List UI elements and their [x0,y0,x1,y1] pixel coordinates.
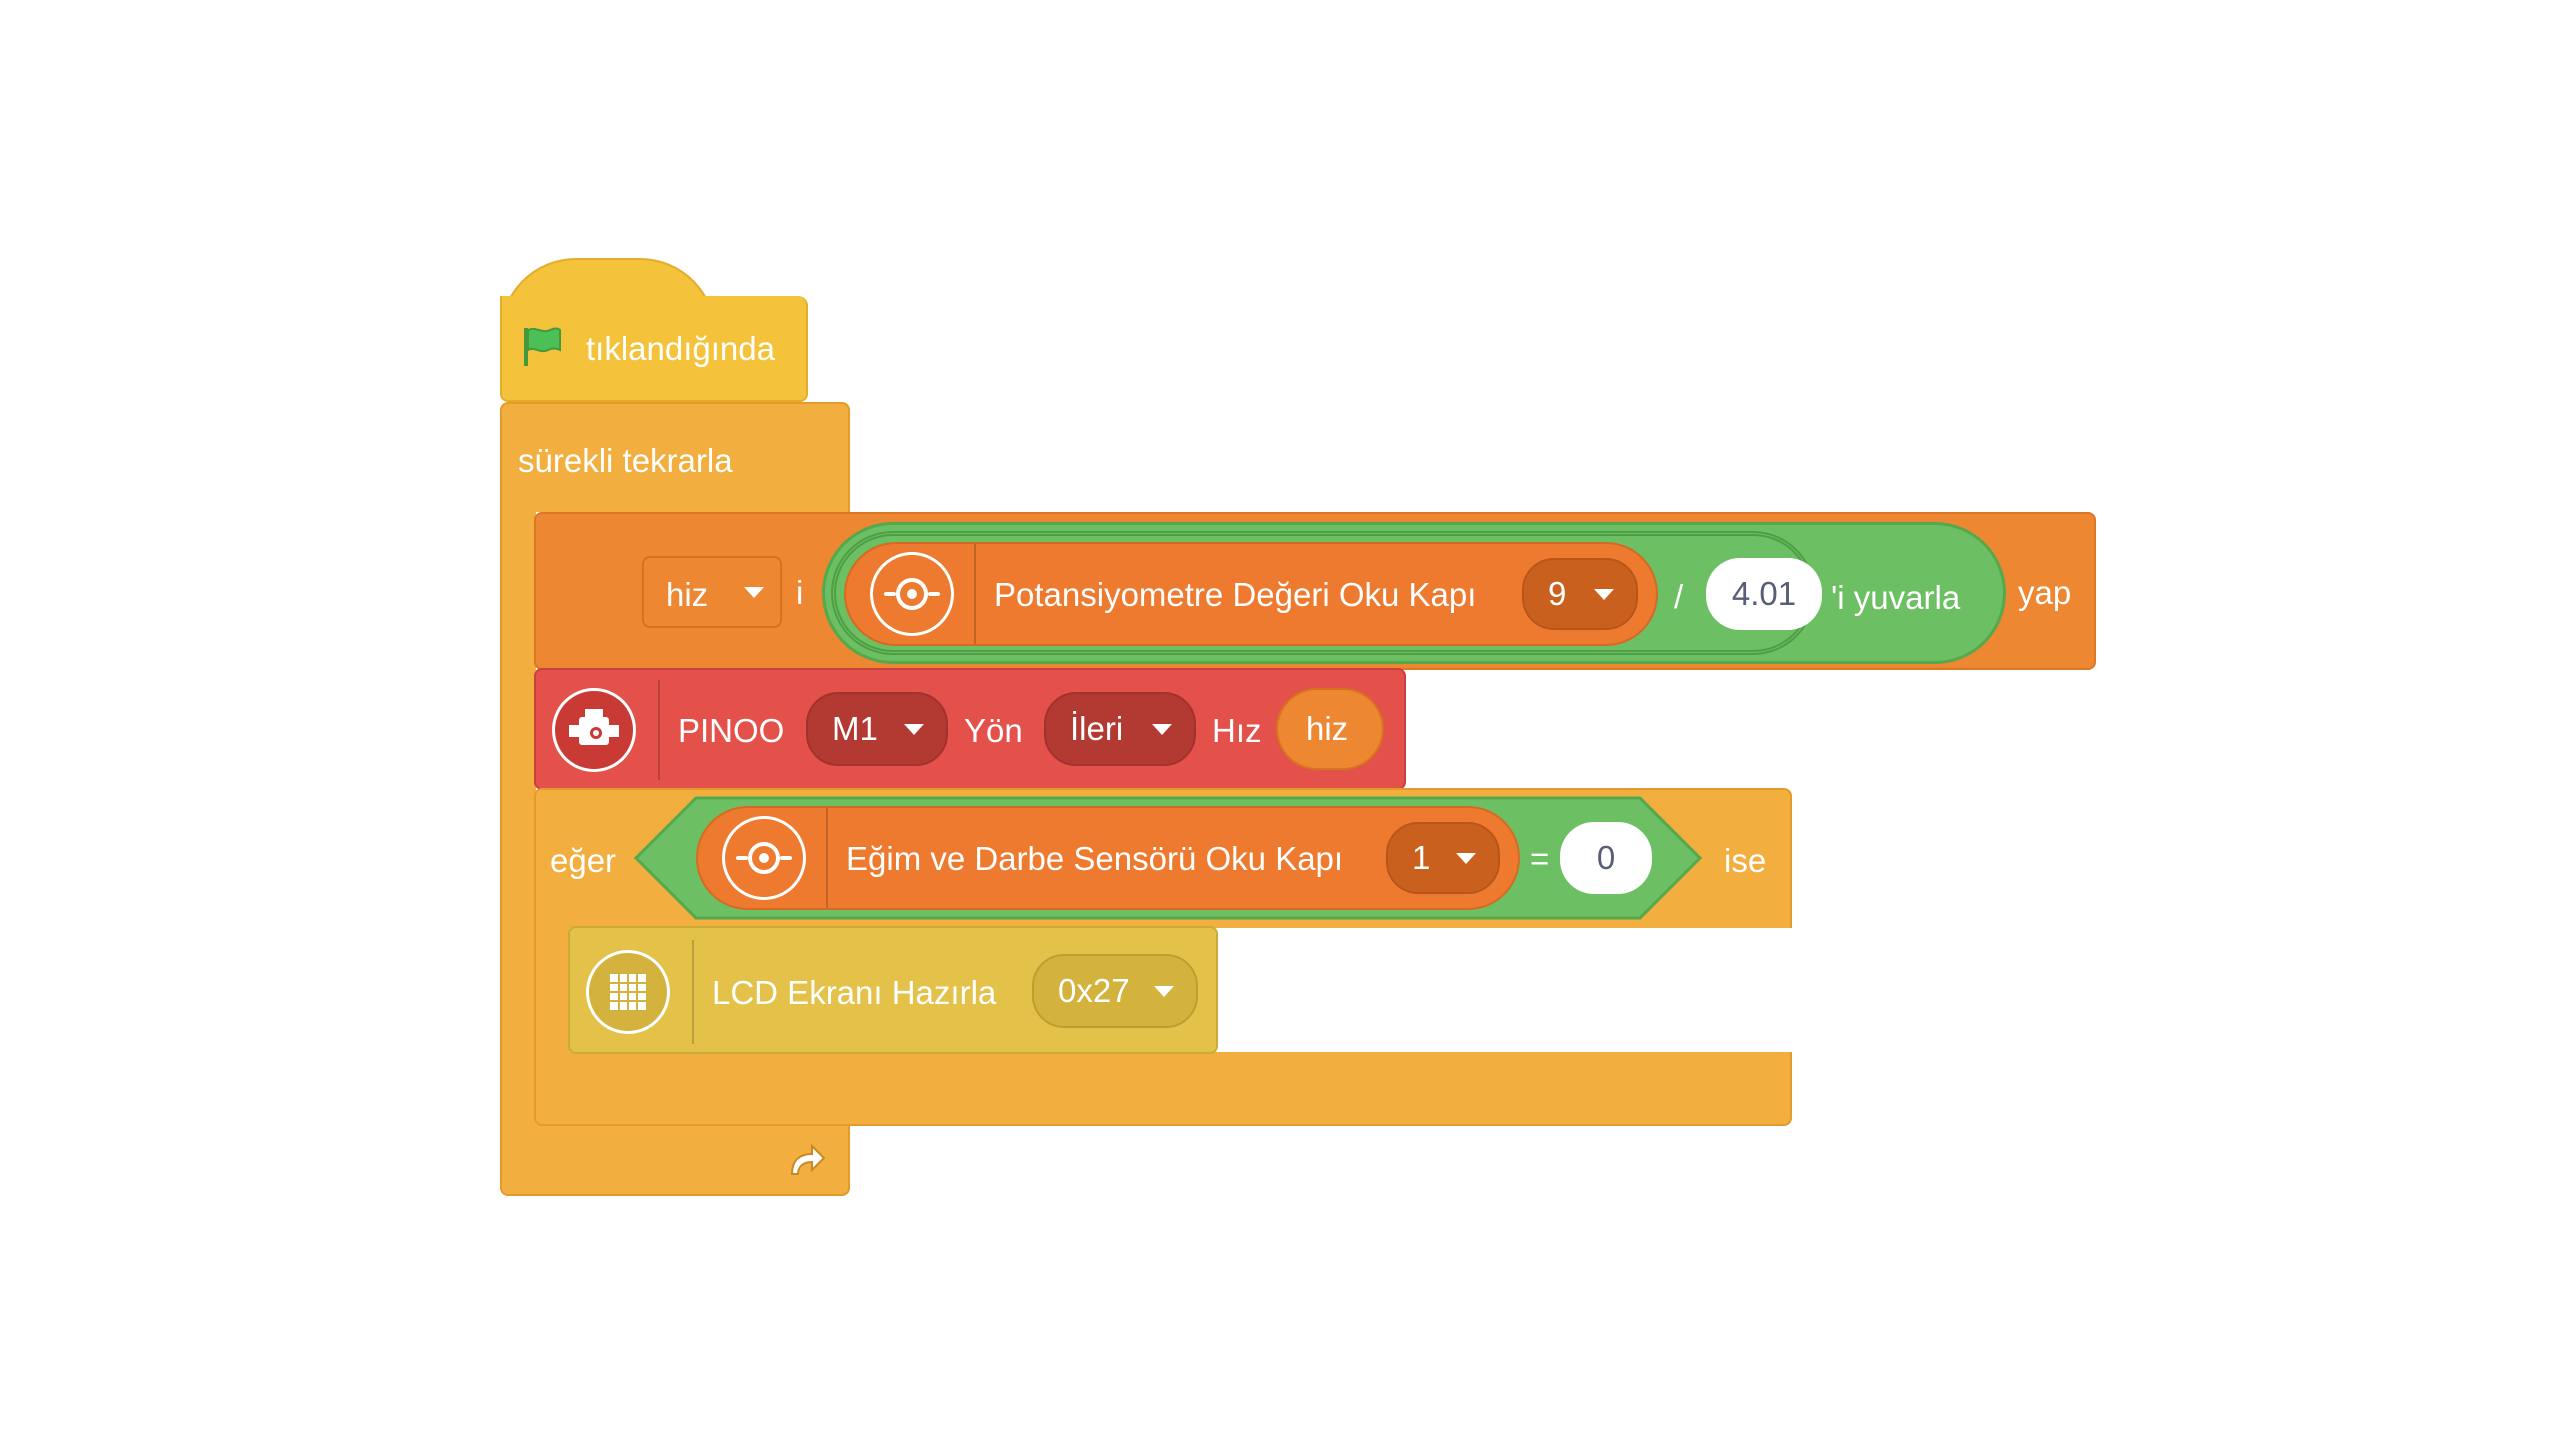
block-separator [692,940,694,1044]
round-reporter[interactable]: Potansiyometre Değeri Oku Kapı 9 / 4.01 … [822,522,2006,664]
if-spine [534,926,570,1054]
lcd-grid-icon [586,950,670,1034]
potentiometer-port-dropdown[interactable]: 9 [1522,558,1638,630]
if-bottom-arm [534,1052,1792,1126]
green-flag-icon [524,327,561,366]
divide-operator: / [1674,578,1684,615]
direction-label: Yön [964,712,1023,749]
port-value: 1 [1412,839,1431,876]
loop-arrow-icon [790,1143,826,1175]
block-separator [974,544,976,644]
forever-block[interactable]: sürekli tekrarla [500,402,850,512]
equals-operator: = [1530,840,1550,877]
speed-label: Hız [1212,712,1262,749]
tilt-sensor-reporter[interactable]: Eğim ve Darbe Sensörü Oku Kapı 1 [696,806,1520,910]
lcd-address-dropdown[interactable]: 0x27 [1032,954,1198,1028]
forever-label: sürekli tekrarla [518,442,733,479]
chevron-down-icon [744,587,764,598]
block-separator [826,808,828,908]
motor-select-dropdown[interactable]: M1 [806,692,948,766]
lcd-setup-block[interactable]: LCD Ekranı Hazırla 0x27 [568,926,1218,1054]
make-label: yap [2018,574,2072,611]
round-suffix-label: 'i yuvarla [1831,579,1961,616]
hat-label: tıklandığında [586,330,775,367]
chevron-down-icon [1594,589,1614,600]
sensor-icon [722,816,806,900]
tilt-sensor-label: Eğim ve Darbe Sensörü Oku Kapı [846,840,1344,877]
set-variable-block[interactable]: hiz i Potansiyometre Değeri Oku Kapı 9 /… [534,512,2096,670]
potentiometer-reporter[interactable]: Potansiyometre Değeri Oku Kapı 9 [844,542,1658,646]
then-label: ise [1724,842,1767,879]
sensor-icon [870,552,954,636]
chevron-down-icon [1456,853,1476,864]
forever-spine [500,505,536,1125]
direction-dropdown[interactable]: İleri [1044,692,1196,766]
equals-boolean[interactable]: Eğim ve Darbe Sensörü Oku Kapı 1 = 0 [634,796,1704,920]
when-flag-clicked-block[interactable]: tıklandığında [500,296,808,402]
port-value: 9 [1548,575,1567,612]
divisor-input[interactable]: 4.01 [1706,558,1822,630]
block-separator [658,680,660,780]
speed-variable-reporter[interactable]: hiz [1276,688,1384,770]
if-block[interactable]: eğer Eğim ve Darbe Sensörü Oku Kapı 1 = [534,788,1792,928]
lcd-label: LCD Ekranı Hazırla [712,974,997,1011]
speed-value: hiz [1306,710,1349,747]
motor-value: M1 [832,710,878,747]
address-value: 0x27 [1058,972,1130,1009]
compare-value-input[interactable]: 0 [1560,822,1652,894]
variable-dropdown-value: hiz [666,576,709,613]
motor-label: PINOO [678,712,785,749]
variable-dropdown[interactable]: hiz [642,556,782,628]
chevron-down-icon [904,724,924,735]
if-label: eğer [550,842,617,879]
forever-bottom-arm[interactable] [500,1124,850,1196]
tilt-sensor-port-dropdown[interactable]: 1 [1386,822,1500,894]
motor-icon [552,688,636,772]
chevron-down-icon [1154,986,1174,997]
pinoo-motor-block[interactable]: PINOO M1 Yön İleri Hız hiz [534,668,1406,790]
chevron-down-icon [1152,724,1172,735]
set-i-label: i [796,574,804,611]
direction-value: İleri [1070,710,1124,747]
divide-reporter[interactable]: Potansiyometre Değeri Oku Kapı 9 / 4.01 [831,531,1822,655]
potentiometer-label: Potansiyometre Değeri Oku Kapı [994,576,1477,613]
